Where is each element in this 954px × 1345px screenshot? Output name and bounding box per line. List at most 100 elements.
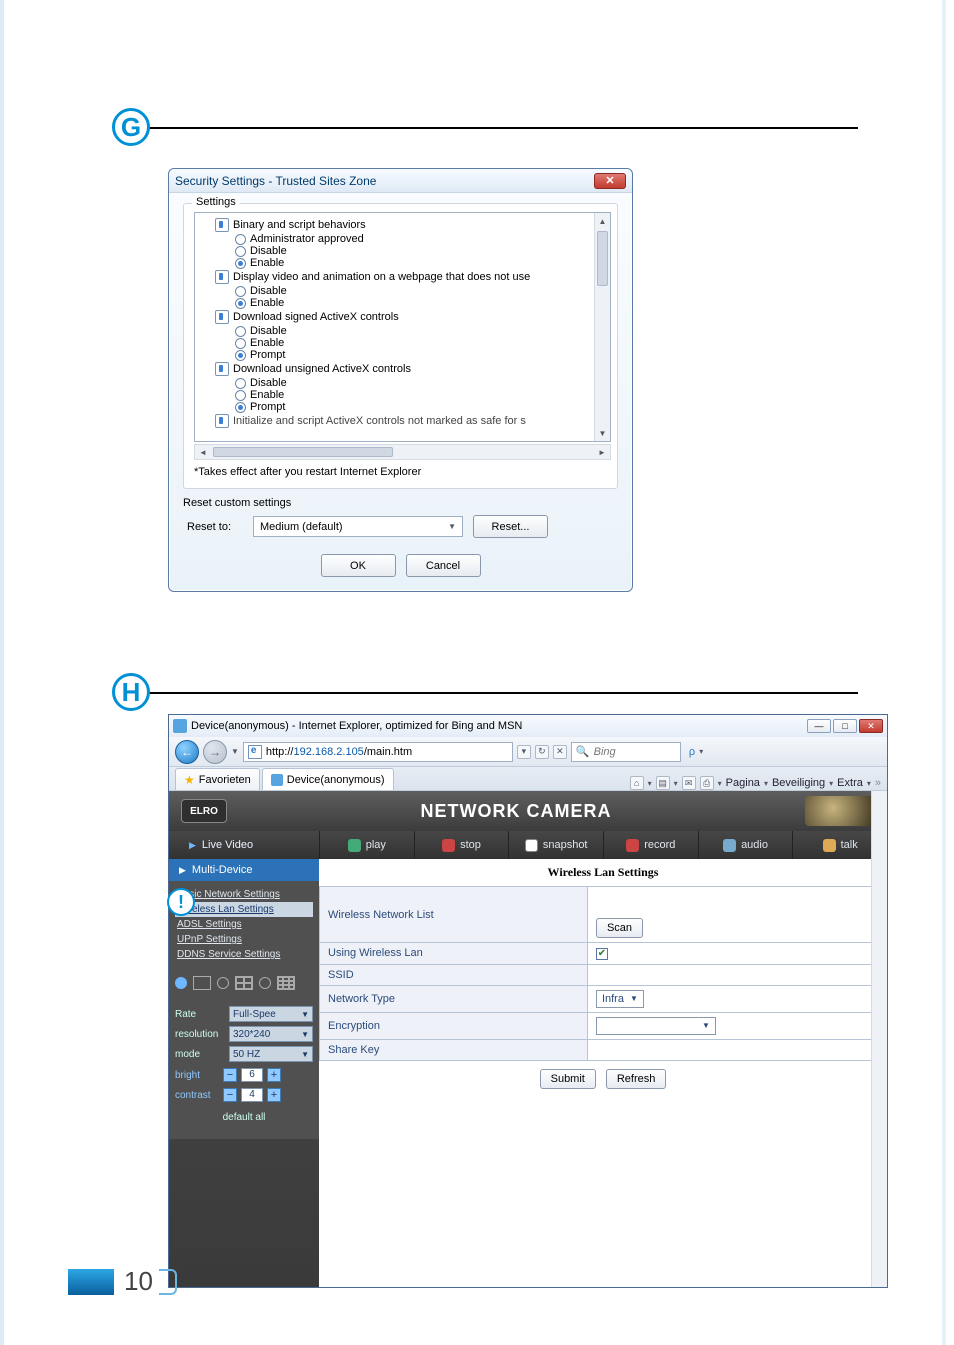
ie-content: ELRO NETWORK CAMERA ▶Live Video play sto… — [169, 791, 887, 1287]
row-uwl-value[interactable]: ✔ — [587, 943, 886, 965]
view-grid-icon[interactable] — [235, 976, 253, 990]
radio-option[interactable]: Enable — [197, 297, 608, 309]
radio-icon — [235, 338, 246, 349]
view-single-icon[interactable] — [175, 977, 187, 989]
dropdown-icon[interactable]: ▾ — [674, 779, 678, 788]
increase-button[interactable]: + — [267, 1068, 281, 1082]
feeds-icon[interactable]: ▤ — [656, 776, 670, 790]
decrease-button[interactable]: − — [223, 1088, 237, 1102]
menu-beveiliging[interactable]: Beveiliging — [772, 777, 825, 789]
sidebar-item-multidevice[interactable]: ▶Multi-Device — [169, 859, 319, 881]
scrollbar-vertical[interactable]: ▲ ▼ — [594, 213, 610, 441]
rate-select[interactable]: Full-Spee▼ — [229, 1006, 313, 1022]
radio-option[interactable]: Disable — [197, 285, 608, 297]
mail-icon[interactable]: ✉ — [682, 776, 696, 790]
sidebar-item-upnp[interactable]: UPnP Settings — [175, 932, 313, 947]
print-icon[interactable]: ⎙ — [700, 776, 714, 790]
settings-legend: Settings — [192, 196, 240, 208]
dropdown-icon[interactable]: ▾ — [867, 779, 871, 788]
scroll-left-icon[interactable]: ◄ — [195, 448, 211, 457]
stop-icon — [442, 839, 455, 852]
radio-option[interactable]: Enable — [197, 337, 608, 349]
play-button[interactable]: play — [319, 831, 414, 859]
contrast-label: contrast — [175, 1090, 219, 1101]
radio-option[interactable]: Disable — [197, 377, 608, 389]
page-number: 10 — [124, 1266, 153, 1297]
tab-favorites[interactable]: ★Favorieten — [175, 768, 260, 790]
dropdown-icon[interactable]: ▾ — [829, 779, 833, 788]
sidebar-controls: RateFull-Spee▼ resolution320*240▼ mode50… — [169, 998, 319, 1139]
chevron-down-icon: ▼ — [702, 1021, 710, 1030]
home-icon[interactable]: ⌂ — [630, 776, 644, 790]
menu-pagina[interactable]: Pagina — [726, 777, 760, 789]
settings-list[interactable]: Binary and script behaviors Administrato… — [194, 212, 611, 442]
stop-icon[interactable]: ✕ — [553, 745, 567, 759]
history-dropdown-icon[interactable]: ▼ — [231, 747, 239, 756]
row-share-value[interactable] — [587, 1039, 886, 1060]
ok-button[interactable]: OK — [321, 554, 396, 577]
back-button[interactable]: ← — [175, 740, 199, 764]
scroll-down-icon[interactable]: ▼ — [595, 425, 610, 441]
radio-option[interactable]: Enable — [197, 389, 608, 401]
network-type-select[interactable]: Infra▼ — [596, 990, 644, 1008]
mode-select[interactable]: 50 HZ▼ — [229, 1046, 313, 1062]
view-dot-icon[interactable] — [217, 977, 229, 989]
scroll-thumb-h[interactable] — [213, 447, 393, 457]
minimize-icon[interactable]: — — [807, 719, 831, 733]
close-icon[interactable]: ✕ — [859, 719, 883, 733]
submit-button[interactable]: Submit — [540, 1069, 596, 1089]
footer-bracket-icon — [159, 1269, 177, 1295]
view-grid9-icon[interactable] — [277, 976, 295, 990]
refresh-icon[interactable]: ↻ — [535, 745, 549, 759]
overflow-icon[interactable]: » — [875, 777, 881, 789]
search-dropdown-icon[interactable]: ▾ — [699, 747, 703, 756]
sidebar-item-basic[interactable]: Basic Network Settings — [175, 887, 313, 902]
forward-button[interactable]: → — [203, 740, 227, 764]
scroll-thumb[interactable] — [597, 231, 608, 286]
view-dot2-icon[interactable] — [259, 977, 271, 989]
reset-level-select[interactable]: Medium (default) ▼ — [253, 516, 463, 537]
live-video-link[interactable]: ▶Live Video — [169, 839, 319, 851]
encryption-select[interactable]: ▼ — [596, 1017, 716, 1035]
search-input[interactable]: 🔍 Bing — [571, 742, 681, 762]
default-all-button[interactable]: default all — [204, 1112, 284, 1123]
cancel-button[interactable]: Cancel — [406, 554, 481, 577]
close-icon[interactable]: ✕ — [594, 173, 626, 189]
radio-option[interactable]: Disable — [197, 325, 608, 337]
scrollbar-horizontal[interactable]: ◄ ► — [194, 444, 611, 460]
resolution-select[interactable]: 320*240▼ — [229, 1026, 313, 1042]
radio-option[interactable]: Prompt — [197, 349, 608, 361]
sidebar-item-wireless[interactable]: Wireless Lan Settings — [175, 902, 313, 917]
radio-option[interactable]: Disable — [197, 245, 608, 257]
dropdown-icon[interactable]: ▾ — [517, 745, 531, 759]
row-ssid-value[interactable] — [587, 964, 886, 985]
scroll-up-icon[interactable]: ▲ — [595, 213, 610, 229]
reset-button[interactable]: Reset... — [473, 515, 548, 538]
row-ssid-label: SSID — [320, 964, 588, 985]
dropdown-icon[interactable]: ▾ — [718, 779, 722, 788]
search-go-icon[interactable]: ρ — [689, 746, 695, 758]
radio-option[interactable]: Administrator approved — [197, 233, 608, 245]
tab-device[interactable]: Device(anonymous) — [262, 768, 394, 790]
checkbox-checked-icon[interactable]: ✔ — [596, 948, 608, 960]
view-box-icon[interactable] — [193, 976, 211, 990]
address-bar[interactable]: http://192.168.2.105/main.htm — [243, 742, 513, 762]
sidebar-item-adsl[interactable]: ADSL Settings — [175, 917, 313, 932]
increase-button[interactable]: + — [267, 1088, 281, 1102]
record-button[interactable]: record — [603, 831, 698, 859]
scroll-right-icon[interactable]: ► — [594, 448, 610, 457]
snapshot-button[interactable]: snapshot — [508, 831, 603, 859]
menu-extra[interactable]: Extra — [837, 777, 863, 789]
dropdown-icon[interactable]: ▾ — [764, 779, 768, 788]
scan-button[interactable]: Scan — [596, 918, 643, 938]
radio-option[interactable]: Prompt — [197, 401, 608, 413]
maximize-icon[interactable]: □ — [833, 719, 857, 733]
refresh-button[interactable]: Refresh — [606, 1069, 667, 1089]
ie-scrollbar[interactable] — [871, 791, 887, 1287]
radio-option[interactable]: Enable — [197, 257, 608, 269]
stop-button[interactable]: stop — [414, 831, 509, 859]
audio-button[interactable]: audio — [698, 831, 793, 859]
decrease-button[interactable]: − — [223, 1068, 237, 1082]
sidebar-item-ddns[interactable]: DDNS Service Settings — [175, 947, 313, 962]
dropdown-icon[interactable]: ▾ — [648, 779, 652, 788]
